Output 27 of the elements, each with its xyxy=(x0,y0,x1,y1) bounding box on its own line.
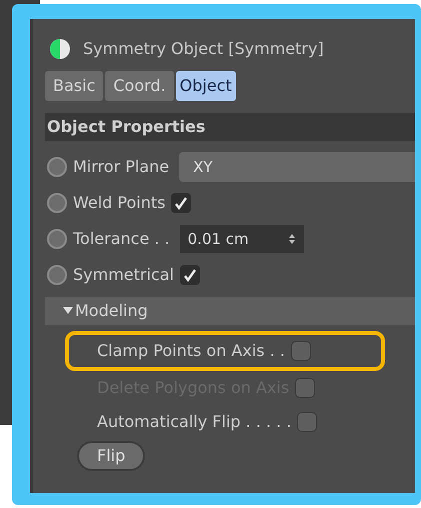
triangle-icon xyxy=(63,307,73,315)
dropdown[interactable]: XY xyxy=(179,152,415,182)
section-header: Object Properties xyxy=(45,113,415,141)
sphere-icon xyxy=(49,38,71,60)
group-header[interactable]: Modeling xyxy=(45,297,415,325)
animation-radio-icon[interactable] xyxy=(47,193,67,213)
tab[interactable]: Coord. xyxy=(105,71,174,101)
property-label: Tolerance . . xyxy=(73,228,170,250)
window-title: Symmetry Object [Symmetry] xyxy=(83,38,324,60)
group-title: Modeling xyxy=(75,300,148,322)
option-label: Automatically Flip . . . . . xyxy=(97,411,292,433)
spinner-arrows-icon[interactable] xyxy=(288,233,296,245)
option-label: Clamp Points on Axis . . xyxy=(97,340,285,362)
flip-button[interactable]: Flip xyxy=(77,441,146,471)
tab[interactable]: Basic xyxy=(45,71,104,101)
tab[interactable]: Object xyxy=(176,71,236,101)
property-label: Symmetrical xyxy=(73,264,174,286)
animation-radio-icon[interactable] xyxy=(47,265,67,285)
animation-radio-icon[interactable] xyxy=(47,229,67,249)
checkbox[interactable] xyxy=(171,193,192,213)
property-label: Weld Points xyxy=(73,192,166,214)
checkbox[interactable] xyxy=(290,341,311,361)
property-label: Mirror Plane xyxy=(73,156,170,178)
animation-radio-icon[interactable] xyxy=(47,157,67,177)
number-field[interactable]: 0.01 cm xyxy=(180,225,304,253)
checkbox[interactable] xyxy=(180,265,200,285)
checkbox[interactable] xyxy=(297,412,318,432)
